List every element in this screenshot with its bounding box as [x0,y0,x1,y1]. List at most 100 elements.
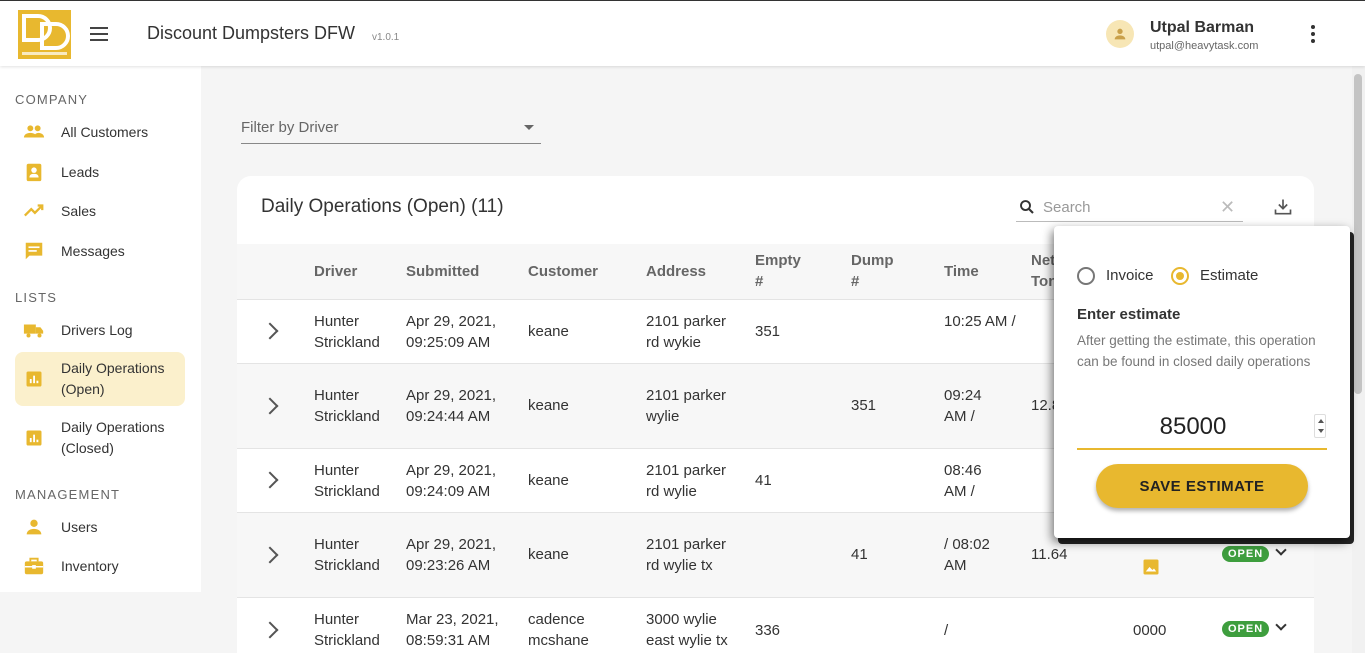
cell-address: 2101 parker wylie [646,387,727,425]
clear-icon[interactable]: ✕ [1220,197,1235,217]
contact-icon [23,161,45,183]
user-email: utpal@heavytask.com [1150,40,1259,52]
cell-customer: cadence mcshane [528,611,589,649]
cell-submitted: Mar 23, 2021, 08:59:31 AM [406,611,499,649]
estimate-radio-label[interactable]: Estimate [1200,267,1258,284]
caret-down-icon [524,125,534,130]
chart-icon [23,427,45,449]
estimate-input-field [1077,406,1327,450]
trending-up-icon [23,200,45,222]
sidebar-item-label: Drivers Log [61,321,133,338]
cell-address: 3000 wylie east wylie tx [646,611,728,649]
table-row[interactable]: Hunter Strickland Mar 23, 2021, 08:59:31… [237,598,1314,653]
column-header-dump[interactable]: Dump # [851,250,901,292]
cell-driver: Hunter Strickland [314,313,380,351]
chevron-right-icon[interactable] [261,621,279,639]
estimate-popup: Invoice Estimate Enter estimate After ge… [1054,226,1350,538]
cell-submitted: Apr 29, 2021, 09:24:44 AM [406,387,497,425]
image-icon[interactable] [1142,558,1160,576]
save-estimate-button[interactable]: SAVE ESTIMATE [1096,464,1308,508]
sidebar-item-label: Leads [61,163,100,180]
sidebar-item-label: Sales [61,202,97,219]
invoice-radio-label[interactable]: Invoice [1106,267,1154,284]
scrollbar-thumb[interactable] [1354,74,1362,394]
download-icon[interactable] [1273,197,1293,217]
cell-submitted: Apr 29, 2021, 09:24:09 AM [406,462,497,500]
search-box: ✕ [1016,194,1243,222]
cell-driver: Hunter Strickland [314,611,380,649]
cell-time: 08:46 AM / [944,462,982,500]
table-title: Daily Operations (Open) (11) [261,196,504,217]
chevron-right-icon[interactable] [261,546,279,564]
search-input[interactable] [1043,196,1213,218]
chevron-down-icon[interactable] [1275,544,1287,556]
sidebar-item-sales[interactable]: Sales [15,200,185,222]
chevron-right-icon[interactable] [261,397,279,415]
app-title: Discount Dumpsters DFW [147,23,356,43]
status-badge: OPEN [1222,621,1270,637]
estimate-help-text: After getting the estimate, this operati… [1077,333,1316,369]
sidebar-item-drivers-log[interactable]: Drivers Log [15,319,185,341]
briefcase-icon [23,555,45,577]
person-icon [23,516,45,538]
cell-empty: 336 [755,622,781,639]
chevron-right-icon[interactable] [261,471,279,489]
cell-customer: keane [528,472,569,489]
cell-address: 2101 parker rd wylie [646,462,727,500]
cell-address: 2101 parker rd wylie tx [646,536,727,574]
menu-button[interactable] [90,21,116,47]
column-header-driver[interactable]: Driver [314,261,357,282]
cell-value: 0000 [1133,622,1167,639]
sidebar-item-daily-operations-open[interactable]: Daily Operations (Open) [15,352,185,406]
section-title-management: MANAGEMENT [15,487,121,502]
cell-time: 09:24 AM / [944,387,982,425]
cell-empty: 351 [755,323,781,340]
chevron-down-icon[interactable] [1275,619,1287,631]
sidebar-item-users[interactable]: Users [15,516,185,538]
cell-time: / [944,622,949,639]
app-version: v1.0.1 [372,32,400,43]
column-header-time[interactable]: Time [944,261,979,282]
chart-icon [23,368,45,390]
user-avatar-icon[interactable] [1106,20,1134,48]
column-header-address[interactable]: Address [646,261,706,282]
column-header-empty[interactable]: Empty # [755,250,805,292]
cell-submitted: Apr 29, 2021, 09:25:09 AM [406,313,497,351]
sidebar-item-inventory[interactable]: Inventory [15,555,185,577]
cell-driver: Hunter Strickland [314,536,380,574]
chevron-right-icon[interactable] [261,322,279,340]
estimate-radio[interactable] [1171,267,1189,285]
cell-submitted: Apr 29, 2021, 09:23:26 AM [406,536,497,574]
invoice-radio[interactable] [1077,267,1095,285]
section-title-lists: LISTS [15,290,58,305]
cell-driver: Hunter Strickland [314,462,380,500]
cell-customer: keane [528,546,569,563]
logo [18,10,71,59]
cell-time: 10:25 AM / [944,313,1016,330]
filter-label: Filter by Driver [241,119,339,136]
app-bar: Discount Dumpsters DFW v1.0.1 Utpal Barm… [0,0,1365,66]
sidebar-item-label: Daily Operations (Closed) [61,419,165,456]
column-header-customer[interactable]: Customer [528,261,598,282]
sidebar-item-leads[interactable]: Leads [15,161,185,183]
cell-customer: keane [528,397,569,414]
section-title-company: COMPANY [15,92,89,107]
filter-by-driver-select[interactable]: Filter by Driver [241,112,541,144]
sidebar-item-messages[interactable]: Messages [15,240,185,262]
cell-net-ton: 11.64 [1031,546,1068,563]
sidebar-item-all-customers[interactable]: All Customers [15,121,185,143]
sidebar-item-label: Users [61,518,98,535]
sidebar-item-daily-operations-closed[interactable]: Daily Operations (Closed) [15,411,185,465]
more-menu-icon[interactable] [1304,23,1322,45]
cell-empty: 41 [755,472,772,489]
user-name: Utpal Barman [1150,19,1255,36]
status-badge: OPEN [1222,546,1270,562]
number-stepper[interactable] [1314,414,1326,438]
people-icon [23,121,45,143]
column-header-submitted[interactable]: Submitted [406,261,479,282]
sidebar-item-label: Inventory [61,557,119,574]
cell-dump: 351 [851,397,877,414]
estimate-input[interactable] [1077,410,1309,444]
cell-driver: Hunter Strickland [314,387,380,425]
estimate-title: Enter estimate [1077,306,1181,323]
